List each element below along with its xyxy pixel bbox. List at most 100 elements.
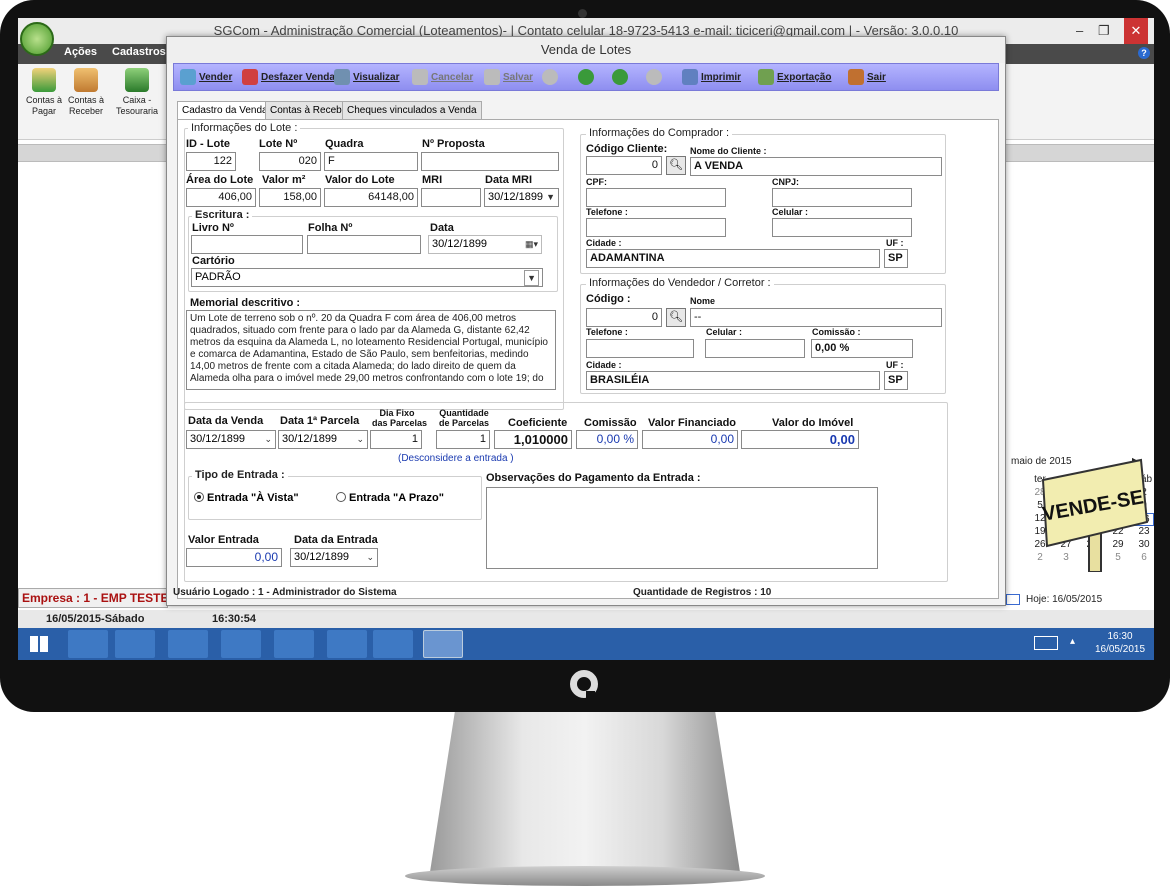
cartorio-select[interactable]: PADRÃO ▼ [191, 268, 543, 287]
toolbar-button-8[interactable] [646, 67, 665, 89]
dia-fixo-field[interactable]: 1 [370, 430, 422, 449]
cidade-vendedor-field[interactable]: BRASILÉIA [586, 371, 880, 390]
toolbar-button-5[interactable] [542, 67, 561, 89]
toolbar-button-2[interactable]: Visualizar [334, 67, 400, 89]
calendar-today-box [1006, 594, 1020, 605]
uf-vendedor-field[interactable]: SP [884, 371, 908, 390]
toolbar-button-3[interactable]: Cancelar [412, 67, 473, 89]
proposta-field[interactable] [421, 152, 559, 171]
data-venda-select[interactable]: 30/12/1899 ⌄ [186, 430, 276, 449]
monitor-base [405, 866, 765, 886]
search-cliente-icon[interactable]: 🔍︎ [666, 156, 686, 175]
mri-field[interactable] [421, 188, 481, 207]
data-entrada-select[interactable]: 30/12/1899 ⌄ [290, 548, 378, 567]
internet-explorer-icon[interactable] [168, 630, 208, 658]
codigo-cliente-field[interactable]: 0 [586, 156, 662, 175]
cidade-field[interactable]: ADAMANTINA [586, 249, 880, 268]
id-lote-field[interactable]: 122 [186, 152, 236, 171]
print-icon [682, 69, 698, 86]
folha-field[interactable] [307, 235, 421, 254]
app-orb-icon[interactable] [20, 22, 54, 56]
windows-start-icon[interactable] [24, 630, 54, 658]
calendar-today[interactable]: Hoje: 16/05/2015 [1026, 594, 1102, 605]
toolbar-button-0[interactable]: Vender [180, 67, 232, 89]
qtd-label-1: Quantidade [439, 408, 489, 418]
escritura-data-picker[interactable]: 30/12/1899 ▦▾ [428, 235, 542, 254]
toolbar-button-4[interactable]: Salvar [484, 67, 533, 89]
coeficiente-field[interactable]: 1,010000 [494, 430, 572, 449]
ribbon-contas-pagar[interactable]: Contas à Pagar [24, 68, 64, 117]
telefone-field[interactable] [586, 218, 726, 237]
keyboard-icon[interactable] [1034, 636, 1058, 650]
uf-field[interactable]: SP [884, 249, 908, 268]
prev-icon [578, 69, 594, 86]
lote-num-field[interactable]: 020 [259, 152, 321, 171]
livro-field[interactable] [191, 235, 303, 254]
file-explorer-icon[interactable] [115, 630, 155, 658]
minimize-icon[interactable]: – [1076, 18, 1083, 44]
toolbar-button-10[interactable]: Exportação [758, 67, 831, 89]
toolbar-button-1[interactable]: Desfazer Venda [242, 67, 335, 89]
data-parcela-select[interactable]: 30/12/1899 ⌄ [278, 430, 368, 449]
toolbar-button-9[interactable]: Imprimir [682, 67, 741, 89]
codigo-vendedor-field[interactable]: 0 [586, 308, 662, 327]
valor-lote-field[interactable]: 64148,00 [324, 188, 418, 207]
quadra-field[interactable]: F [324, 152, 418, 171]
sgcom-taskbar-icon[interactable] [423, 630, 463, 658]
pen-icon [74, 68, 98, 92]
search-vendedor-icon[interactable]: 🔍︎ [666, 308, 686, 327]
lenovo-icon[interactable] [68, 630, 108, 658]
valor-entrada-field[interactable]: 0,00 [186, 548, 282, 567]
nome-cliente-field[interactable]: A VENDA [690, 157, 942, 176]
tab-cheques[interactable]: Cheques vinculados a Venda [342, 101, 482, 119]
comissao-vendedor-label: Comissão : [812, 327, 861, 337]
cartorio-label: Cartório [192, 255, 235, 267]
toolbar-button-6[interactable] [578, 67, 597, 89]
nome-vendedor-field[interactable]: -- [690, 308, 942, 327]
close-icon[interactable]: ✕ [1124, 18, 1148, 44]
ribbon-caixa[interactable]: Caixa - Tesouraria [114, 68, 160, 117]
menu-cadastros[interactable]: Cadastros [112, 46, 166, 58]
escritura-label: Escritura : [192, 209, 253, 221]
tel-vendedor-field[interactable] [586, 339, 694, 358]
menu-acoes[interactable]: Ações [64, 46, 97, 58]
store-icon[interactable] [221, 630, 261, 658]
comissao-field[interactable]: 0,00 % [576, 430, 638, 449]
radio-unchecked-icon [336, 492, 346, 502]
valor-financiado-field[interactable]: 0,00 [642, 430, 738, 449]
area-field[interactable]: 406,00 [186, 188, 256, 207]
toolbar-button-11[interactable]: Sair [848, 67, 886, 89]
uf-label: UF : [886, 238, 904, 248]
toolbar-button-7[interactable] [612, 67, 631, 89]
qtd-registros: Quantidade de Registros : 10 [633, 587, 772, 598]
tray-clock[interactable]: 16:30 16/05/2015 [1090, 630, 1150, 656]
tab-cadastro[interactable]: Cadastro da Venda [177, 101, 273, 120]
celular-field[interactable] [772, 218, 912, 237]
qtd-parcelas-field[interactable]: 1 [436, 430, 490, 449]
cancel-icon [412, 69, 428, 86]
virtualbox-icon[interactable] [373, 630, 413, 658]
comissao-vendedor-field[interactable]: 0,00 % [811, 339, 913, 358]
ribbon-contas-receber[interactable]: Contas à Receber [66, 68, 106, 117]
toolbar-label: Vender [199, 72, 233, 83]
obs-entrada-textarea[interactable] [486, 487, 878, 569]
comissao-label: Comissão [584, 417, 637, 429]
cpf-field[interactable] [586, 188, 726, 207]
radio-a-prazo[interactable]: Entrada "A Prazo" [336, 492, 444, 504]
valor-m2-field[interactable]: 158,00 [259, 188, 321, 207]
venda-de-lotes-dialog: Venda de Lotes Vender Desfazer Venda Visua… [166, 36, 1149, 606]
help-icon[interactable]: ? [1138, 47, 1150, 59]
data-mri-select[interactable]: 30/12/1899 ▼ [484, 188, 559, 207]
tray-chevron-icon[interactable]: ▴ [1070, 636, 1075, 647]
folder-icon[interactable] [274, 630, 314, 658]
memorial-textarea[interactable]: Um Lote de terreno sob o nº. 20 da Quadr… [186, 310, 556, 390]
restore-icon[interactable]: ❐ [1098, 18, 1110, 44]
cidade-vendedor-label: Cidade : [586, 360, 622, 370]
radio-a-vista[interactable]: Entrada "À Vista" [194, 492, 299, 504]
cnpj-field[interactable] [772, 188, 912, 207]
valor-imovel-field[interactable]: 0,00 [741, 430, 859, 449]
cel-vendedor-field[interactable] [705, 339, 805, 358]
taskbar: ▴ 16:30 16/05/2015 [18, 628, 1154, 660]
skype-icon[interactable] [327, 630, 367, 658]
dia-fixo-label-2: das Parcelas [372, 418, 428, 428]
